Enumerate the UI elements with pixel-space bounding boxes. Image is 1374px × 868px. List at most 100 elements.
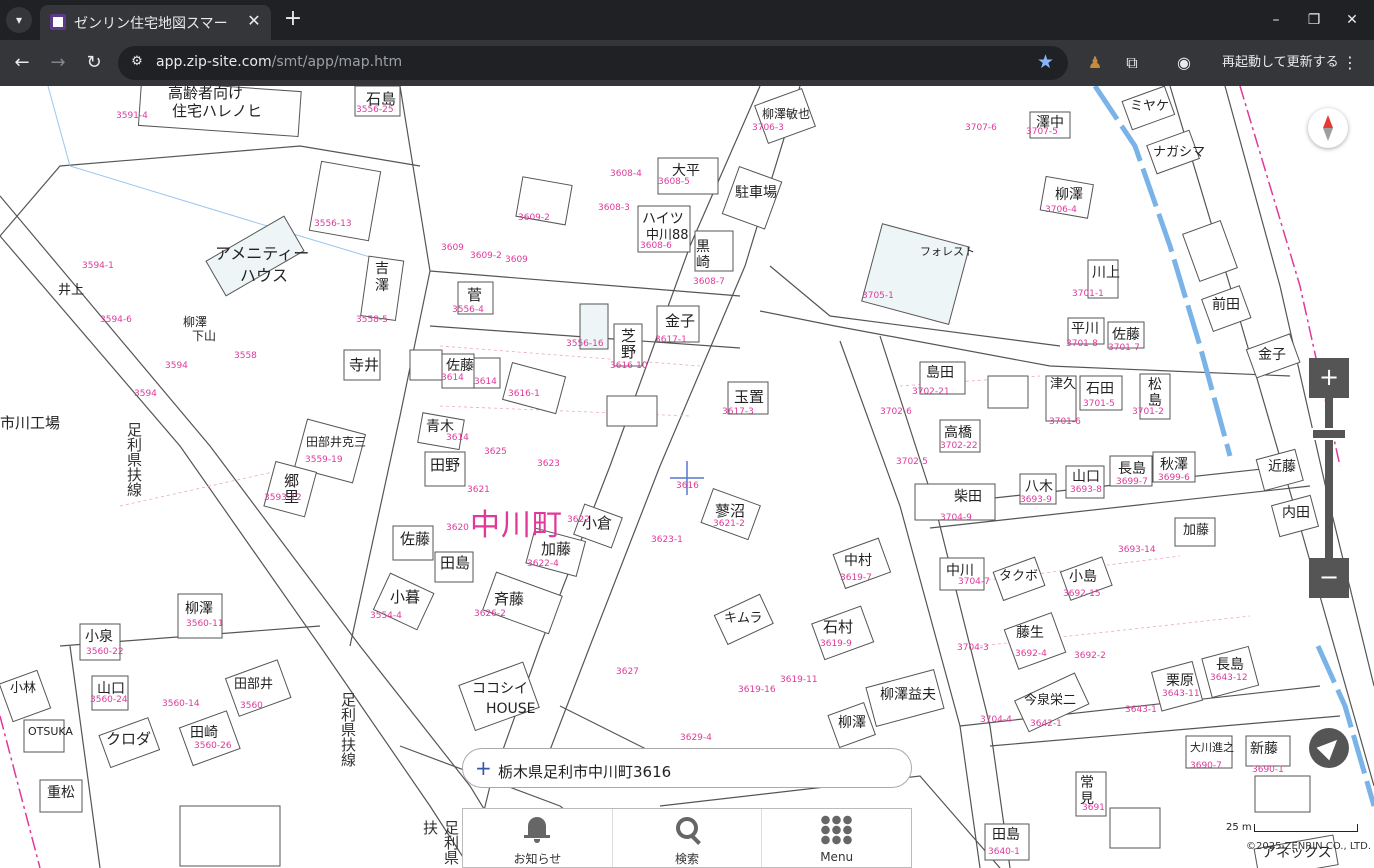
tab-title: ゼンリン住宅地図スマー — [74, 16, 228, 32]
lot-number-label: 3608-5 — [658, 177, 690, 187]
zoom-in-button[interactable]: + — [1309, 358, 1349, 398]
lot-number-label: 3643-11 — [1162, 689, 1200, 699]
map-canvas[interactable]: 中川町 足利県扶線 足利県扶線 足利県扶 高齢者向け 住宅ハレノヒ 石島 柳澤敏也 ミヤ… — [0, 86, 1374, 868]
resident-name-label: 佐藤 — [446, 358, 474, 374]
search-button[interactable]: 検索 — [613, 809, 763, 867]
lot-number-label: 3702-5 — [896, 457, 928, 467]
zoom-out-button[interactable]: − — [1309, 558, 1349, 598]
bookmark-star-icon[interactable]: ★ — [1037, 51, 1054, 73]
lot-number-label: 3625 — [484, 447, 507, 457]
lot-number-label: 3693-14 — [1118, 545, 1156, 555]
lot-number-label: 3594 — [165, 361, 188, 371]
resident-name-label: 島田 — [926, 365, 954, 381]
resident-name-label: 駐車場 — [735, 185, 777, 201]
lot-number-label: 3594 — [134, 389, 157, 399]
tab-strip: ▾ ゼンリン住宅地図スマー ✕ + – ❐ ✕ — [0, 0, 1374, 40]
lot-number-label: 3643-12 — [1210, 673, 1248, 683]
zoom-slider-track[interactable] — [1325, 398, 1333, 562]
resident-name-label: 柳澤敏也 — [762, 107, 811, 121]
lot-number-label: 3622-4 — [527, 559, 559, 569]
lot-number-label: 3643-1 — [1125, 705, 1157, 715]
lot-number-label: 3554-4 — [370, 611, 402, 621]
resident-name-label: 中川 — [946, 563, 974, 579]
site-info-icon[interactable]: ⚙ — [128, 54, 146, 72]
url-host: app.zip-site.com — [156, 54, 272, 70]
lot-number-label: 3693-8 — [1070, 485, 1102, 495]
menu-grid-icon — [819, 815, 854, 845]
restart-to-update-button[interactable]: 再起動して更新する ⋮ — [1212, 47, 1362, 79]
lot-number-label: 3620 — [446, 523, 469, 533]
tab-search-button[interactable]: ▾ — [6, 7, 32, 33]
forward-icon[interactable]: → — [45, 50, 71, 76]
search-icon — [670, 815, 704, 845]
back-icon[interactable]: ← — [9, 50, 35, 76]
lot-number-label: 3705-1 — [862, 291, 894, 301]
kebab-menu-icon[interactable]: ⋮ — [1342, 47, 1358, 79]
reload-icon[interactable]: ↻ — [81, 50, 107, 76]
lot-number-label: 3616 — [676, 481, 699, 491]
lot-number-label: 3609-2 — [518, 213, 550, 223]
resident-name-label: 柳澤 — [838, 715, 866, 731]
chevron-down-icon: ▾ — [15, 13, 23, 27]
zoom-slider-thumb[interactable] — [1311, 428, 1347, 440]
resident-name-label: 野 — [621, 343, 637, 361]
resident-name-label: 津久 — [1050, 377, 1077, 392]
lot-number-label: 3559-19 — [305, 455, 343, 465]
resident-name-label: 小林 — [10, 681, 37, 696]
lot-number-label: 3560-11 — [186, 619, 224, 629]
window-close-icon[interactable]: ✕ — [1340, 8, 1364, 32]
lot-number-label: 3640-1 — [988, 847, 1020, 857]
lot-number-label: 3616-1 — [508, 389, 540, 399]
minimize-icon[interactable]: – — [1264, 8, 1288, 32]
resident-name-label: ハイツ — [642, 211, 684, 227]
plus-icon[interactable]: + — [475, 756, 492, 780]
resident-name-label: 大平 — [672, 163, 700, 179]
resident-name-label: 吉 — [375, 261, 389, 277]
resident-name-label: タクボ — [999, 569, 1039, 584]
resident-name-label: 市川工場 — [0, 414, 61, 432]
lot-number-label: 3627 — [616, 667, 639, 677]
profile-icon[interactable]: ◉ — [1171, 50, 1197, 76]
lot-number-label: 3704-9 — [940, 513, 972, 523]
notifications-button[interactable]: お知らせ — [463, 809, 613, 867]
resident-name-label: 蓼沼 — [715, 502, 746, 520]
restart-label: 再起動して更新する — [1222, 55, 1339, 70]
resident-name-label: 柳澤 — [185, 601, 213, 617]
lot-number-label: 3560-26 — [194, 741, 232, 751]
resident-name-label: HOUSE — [486, 701, 536, 717]
resident-name-label: 田野 — [430, 456, 461, 474]
lot-number-label: 3623 — [537, 459, 560, 469]
extensions-puzzle-icon[interactable]: ⧉ — [1119, 50, 1145, 76]
lot-number-label: 3622 — [567, 515, 590, 525]
current-location-icon[interactable] — [1309, 728, 1349, 768]
lot-number-label: 3690-7 — [1190, 761, 1222, 771]
lot-number-label: 3701-6 — [1049, 417, 1081, 427]
extension-icon[interactable]: ♟ — [1082, 50, 1108, 76]
menu-button[interactable]: Menu — [762, 809, 911, 867]
lot-number-label: 3702-21 — [912, 387, 950, 397]
active-tab[interactable]: ゼンリン住宅地図スマー ✕ — [40, 5, 271, 40]
resident-name-label: 山口 — [1072, 469, 1100, 485]
address-search-bar[interactable]: + 栃木県足利市中川町3616 — [462, 748, 912, 788]
resident-name-label: 山口 — [97, 681, 125, 697]
lot-number-label: 3704-7 — [958, 577, 990, 587]
tab-close-icon[interactable]: ✕ — [245, 11, 263, 30]
lot-number-label: 3619-16 — [738, 685, 776, 695]
lot-number-label: 3701-1 — [1072, 289, 1104, 299]
scale-bar — [1254, 824, 1358, 832]
lot-number-label: 3614 — [441, 373, 464, 383]
address-bar[interactable]: ⚙ app.zip-site.com/smt/app/map.htm ★ — [118, 46, 1068, 80]
compass-icon[interactable] — [1308, 108, 1348, 148]
lot-number-label: 3619-11 — [780, 675, 818, 685]
lot-number-label: 3560-22 — [86, 647, 124, 657]
zenrin-favicon-icon — [50, 14, 66, 30]
lot-number-label: 3699-7 — [1116, 477, 1148, 487]
restore-icon[interactable]: ❐ — [1302, 8, 1326, 32]
resident-name-label: 柴田 — [954, 489, 982, 505]
lot-number-label: 3621-2 — [713, 519, 745, 529]
new-tab-button[interactable]: + — [280, 6, 306, 32]
resident-name-label: アメニティー — [215, 244, 310, 263]
lot-number-label: 3642-1 — [1030, 719, 1062, 729]
resident-name-label: 柳澤 — [1055, 187, 1083, 203]
lot-number-label: 3560 — [240, 701, 263, 711]
